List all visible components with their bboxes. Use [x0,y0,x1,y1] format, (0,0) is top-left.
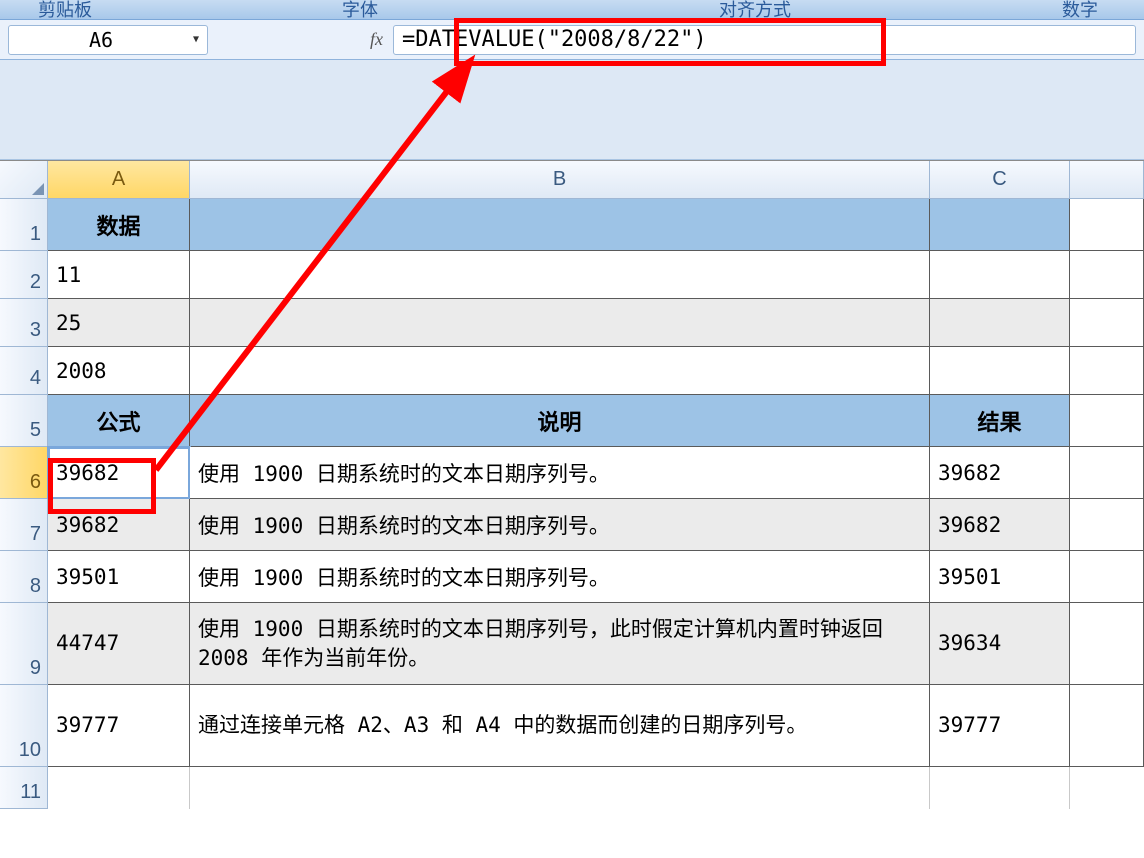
row-header-2[interactable]: 2 [0,251,48,299]
cell-d2[interactable] [1070,251,1144,299]
cell-c7[interactable]: 39682 [930,499,1070,551]
fx-icon[interactable]: fx [370,29,383,50]
cell-b3[interactable] [190,299,930,347]
ribbon-group-labels: 剪贴板 字体 对齐方式 数字 [0,0,1144,20]
col-header-b[interactable]: B [190,161,930,199]
cell-a9[interactable]: 44747 [48,603,190,685]
row-header-11[interactable]: 11 [0,767,48,809]
cell-a1[interactable]: 数据 [48,199,190,251]
cell-b4[interactable] [190,347,930,395]
cell-c11[interactable] [930,767,1070,809]
cell-d8[interactable] [1070,551,1144,603]
cell-c8[interactable]: 39501 [930,551,1070,603]
row-header-8[interactable]: 8 [0,551,48,603]
cell-d1[interactable] [1070,199,1144,251]
row-header-7[interactable]: 7 [0,499,48,551]
cell-d5[interactable] [1070,395,1144,447]
cell-d4[interactable] [1070,347,1144,395]
cell-c10[interactable]: 39777 [930,685,1070,767]
ribbon-group-clipboard: 剪贴板 [20,0,110,22]
cell-c1[interactable] [930,199,1070,251]
ribbon-group-number: 数字 [1030,0,1130,22]
cell-b10[interactable]: 通过连接单元格 A2、A3 和 A4 中的数据而创建的日期序列号。 [190,685,930,767]
cell-c6[interactable]: 39682 [930,447,1070,499]
row-header-10[interactable]: 10 [0,685,48,767]
col-header-overflow[interactable] [1070,161,1144,199]
cell-a7[interactable]: 39682 [48,499,190,551]
cell-c2[interactable] [930,251,1070,299]
cell-b5[interactable]: 说明 [190,395,930,447]
cell-b7[interactable]: 使用 1900 日期系统时的文本日期序列号。 [190,499,930,551]
cell-c4[interactable] [930,347,1070,395]
col-header-a[interactable]: A [48,161,190,199]
cell-a3[interactable]: 25 [48,299,190,347]
cell-c9[interactable]: 39634 [930,603,1070,685]
cell-d10[interactable] [1070,685,1144,767]
cell-d7[interactable] [1070,499,1144,551]
cell-c5[interactable]: 结果 [930,395,1070,447]
row-header-3[interactable]: 3 [0,299,48,347]
row-header-4[interactable]: 4 [0,347,48,395]
cell-a10[interactable]: 39777 [48,685,190,767]
select-all-corner[interactable] [0,161,48,199]
ribbon-group-font: 字体 [300,0,420,22]
row-header-6[interactable]: 6 [0,447,48,499]
formula-bar: A6 ▼ fx =DATEVALUE("2008/8/22") [0,20,1144,60]
col-header-c[interactable]: C [930,161,1070,199]
cell-b6[interactable]: 使用 1900 日期系统时的文本日期序列号。 [190,447,930,499]
cell-d3[interactable] [1070,299,1144,347]
name-box[interactable]: A6 ▼ [8,25,208,55]
cell-b8[interactable]: 使用 1900 日期系统时的文本日期序列号。 [190,551,930,603]
spreadsheet-grid[interactable]: A B C 1 数据 2 11 3 25 4 2008 5 公式 说明 结果 6… [0,160,1144,809]
row-header-5[interactable]: 5 [0,395,48,447]
cell-b11[interactable] [190,767,930,809]
cell-b2[interactable] [190,251,930,299]
name-box-value: A6 [9,28,193,52]
cell-c3[interactable] [930,299,1070,347]
row-header-1[interactable]: 1 [0,199,48,251]
cell-b1[interactable] [190,199,930,251]
cell-b9[interactable]: 使用 1900 日期系统时的文本日期序列号，此时假定计算机内置时钟返回 2008… [190,603,930,685]
row-header-9[interactable]: 9 [0,603,48,685]
spacer [0,60,1144,160]
ribbon-group-alignment: 对齐方式 [680,0,830,22]
cell-a6[interactable]: 39682 [48,447,190,499]
cell-d11[interactable] [1070,767,1144,809]
cell-d6[interactable] [1070,447,1144,499]
chevron-down-icon[interactable]: ▼ [193,34,199,45]
formula-text: =DATEVALUE("2008/8/22") [402,27,707,52]
cell-a4[interactable]: 2008 [48,347,190,395]
cell-a8[interactable]: 39501 [48,551,190,603]
cell-d9[interactable] [1070,603,1144,685]
cell-a2[interactable]: 11 [48,251,190,299]
cell-a5[interactable]: 公式 [48,395,190,447]
formula-input[interactable]: =DATEVALUE("2008/8/22") [393,25,1136,55]
cell-a11[interactable] [48,767,190,809]
